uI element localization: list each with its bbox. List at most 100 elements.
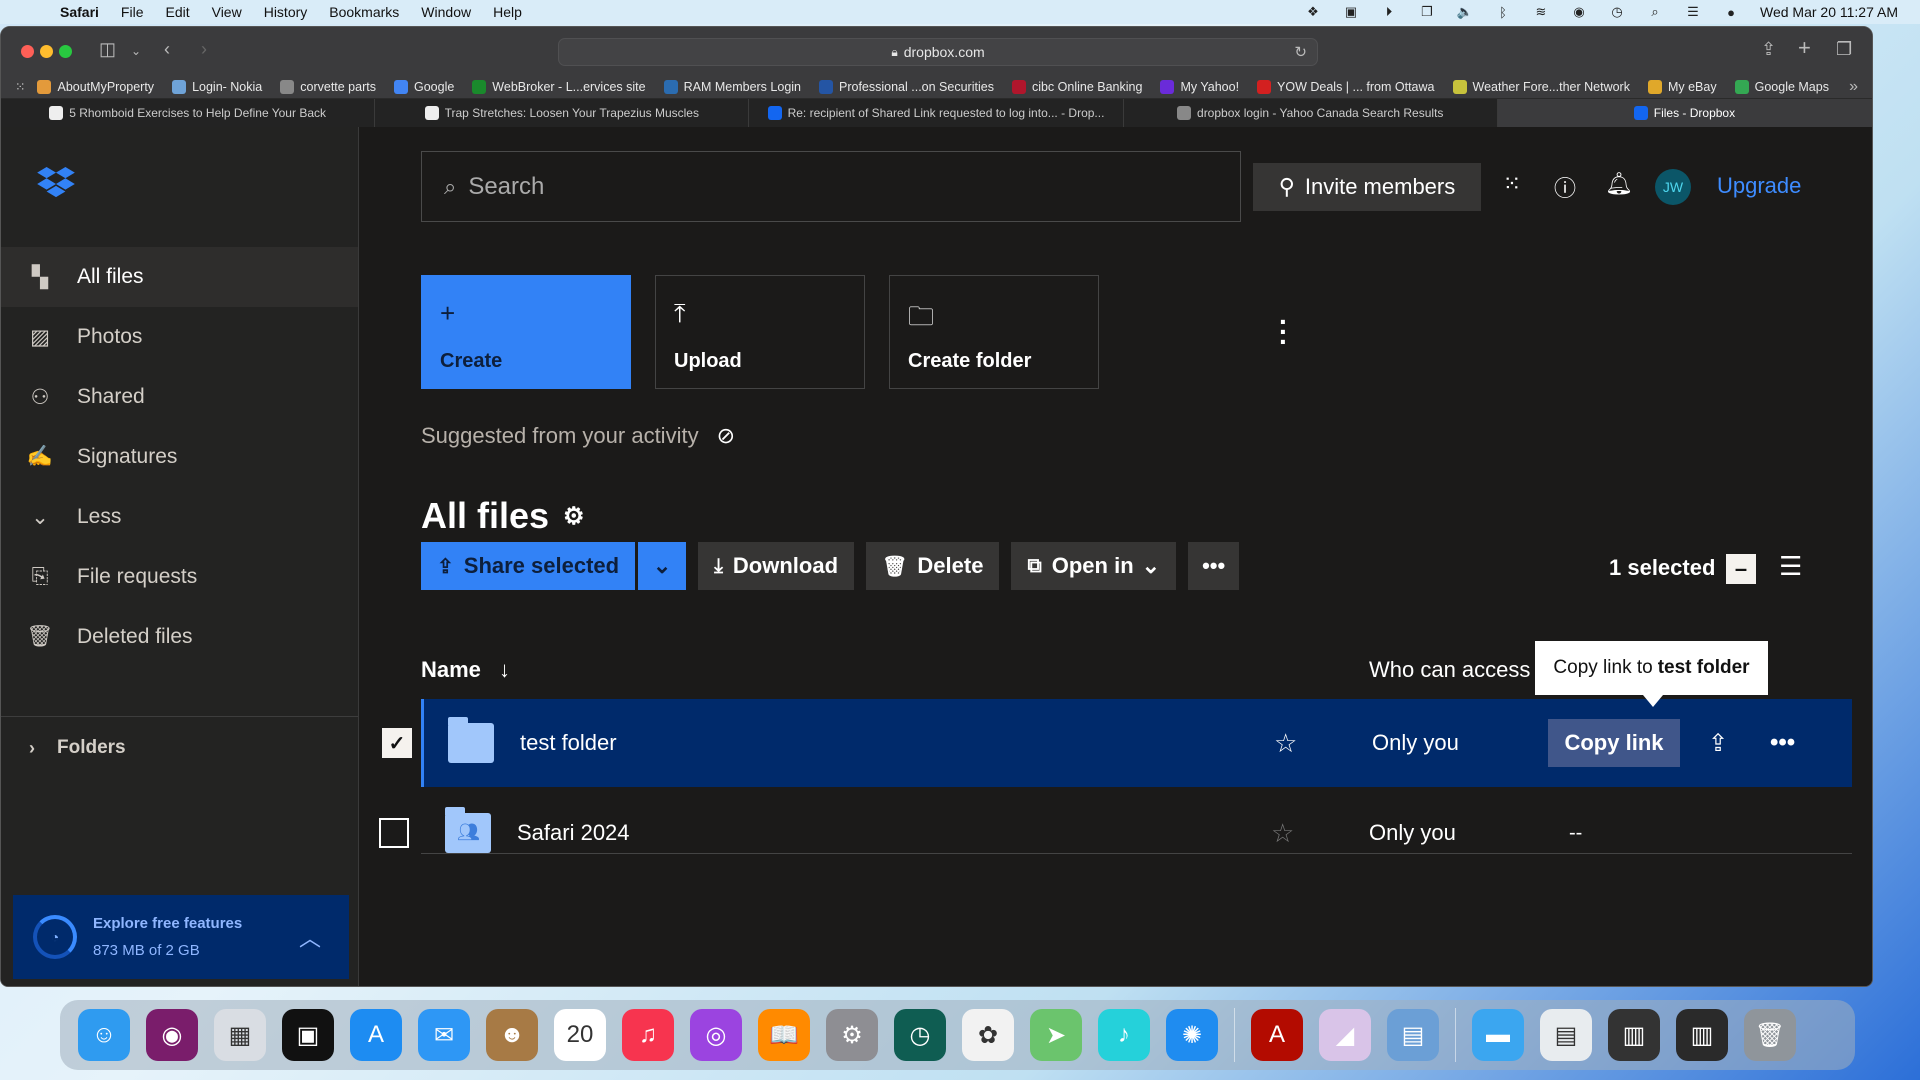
tab-group-chevron-icon[interactable]: ⌄ — [131, 44, 141, 58]
column-header-name[interactable]: Name ↓ — [421, 657, 510, 683]
row-checkbox[interactable]: ✓ — [382, 728, 412, 758]
dock-safari-icon[interactable]: ✺ — [1166, 1009, 1218, 1061]
sidebar-toggle-icon[interactable]: ◫ — [99, 39, 116, 60]
bookmark-item[interactable]: RAM Members Login — [663, 79, 801, 94]
bookmark-item[interactable]: cibc Online Banking — [1011, 79, 1142, 94]
gear-icon[interactable]: ⚙ — [563, 502, 585, 531]
star-icon[interactable]: ☆ — [1274, 728, 1297, 759]
clock[interactable]: Wed Mar 20 11:27 AM — [1760, 4, 1898, 20]
sidebar-item-deleted-files[interactable]: 🗑︎ Deleted files — [1, 607, 358, 667]
share-options-dropdown[interactable]: ⌄ — [636, 542, 687, 590]
siri-icon[interactable]: ● — [1722, 4, 1740, 20]
hide-eye-icon[interactable]: ⊘ — [717, 423, 735, 449]
menu-file[interactable]: File — [121, 4, 144, 20]
dock-mail-icon[interactable]: ✉ — [418, 1009, 470, 1061]
dock-podcasts-icon[interactable]: ◎ — [690, 1009, 742, 1061]
table-row[interactable]: ✓ test folder ☆ Only you Copy link ⇪ ••• — [382, 699, 1852, 787]
browser-tab[interactable]: Files - Dropbox — [1497, 99, 1872, 127]
spotlight-icon[interactable]: ⌕ — [1646, 4, 1664, 20]
dock-finder-icon[interactable]: ☺ — [78, 1009, 130, 1061]
bookmark-item[interactable]: Google Maps — [1734, 79, 1829, 94]
dock-photos-icon[interactable]: ✿ — [962, 1009, 1014, 1061]
dock-documents-folder-icon[interactable]: ▬ — [1472, 1009, 1524, 1061]
download-button[interactable]: ⤓ Download — [698, 542, 855, 590]
minimize-window-button[interactable] — [40, 45, 53, 58]
wifi-icon[interactable]: ≋ — [1532, 4, 1550, 20]
sidebar-item-less[interactable]: ⌄ Less — [1, 487, 358, 547]
close-window-button[interactable] — [21, 45, 34, 58]
dock-siri-icon[interactable]: ◉ — [146, 1009, 198, 1061]
reload-icon[interactable]: ↻ — [1294, 43, 1307, 61]
bookmark-item[interactable]: YOW Deals | ... from Ottawa — [1257, 79, 1435, 94]
dock-acrobat-icon[interactable]: A — [1251, 1009, 1303, 1061]
control-center-icon[interactable]: ☰ — [1684, 4, 1702, 20]
menu-history[interactable]: History — [264, 4, 308, 20]
share-icon[interactable]: ⇪ — [1708, 729, 1728, 758]
invite-members-button[interactable]: ⚲ Invite members — [1253, 163, 1481, 211]
volume-icon[interactable]: 🔈 — [1456, 4, 1474, 20]
screen-mirror-icon[interactable]: ❐ — [1418, 4, 1436, 20]
share-selected-button[interactable]: ⇪ Share selected — [421, 542, 636, 590]
row-checkbox[interactable] — [379, 818, 409, 848]
dock-preview-icon[interactable]: ▤ — [1387, 1009, 1439, 1061]
help-icon[interactable]: ⓘ — [1550, 171, 1580, 203]
deselect-all-checkbox[interactable]: – — [1726, 554, 1756, 584]
bookmark-item[interactable]: Google — [393, 79, 454, 94]
zoom-window-button[interactable] — [59, 45, 72, 58]
dock-app-store-icon[interactable]: A — [350, 1009, 402, 1061]
dock-launchpad-icon[interactable]: ▦ — [214, 1009, 266, 1061]
dock-music-window-icon[interactable]: ▥ — [1676, 1009, 1728, 1061]
dropbox-status-icon[interactable]: ❖ — [1304, 4, 1322, 20]
file-name[interactable]: Safari 2024 — [517, 820, 630, 846]
sidebar-item-shared[interactable]: ⚇ Shared — [1, 367, 358, 427]
folders-toggle[interactable]: › Folders — [29, 737, 126, 759]
explore-features-banner[interactable]: ◔ Explore free features 873 MB of 2 GB ︿ — [13, 895, 349, 979]
sidebar-item-all-files[interactable]: ▚ All files — [1, 247, 358, 307]
delete-button[interactable]: 🗑︎ Delete — [866, 542, 1000, 590]
bookmarks-grid-icon[interactable]: ⁙ — [15, 79, 25, 94]
address-bar[interactable]: 🔒︎ dropbox.com ↻ — [558, 38, 1318, 66]
browser-tab[interactable]: Trap Stretches: Loosen Your Trapezius Mu… — [375, 99, 750, 127]
open-in-button[interactable]: ⧉ Open in ⌄ — [1011, 542, 1177, 590]
dock-contacts-icon[interactable]: ☻ — [486, 1009, 538, 1061]
sidebar-item-signatures[interactable]: ✍ Signatures — [1, 427, 358, 487]
share-icon[interactable]: ⇪ — [1761, 39, 1776, 60]
bookmark-item[interactable]: Weather Fore...ther Network — [1452, 79, 1630, 94]
table-row[interactable]: 👥︎ Safari 2024 ☆ Only you -- — [379, 789, 1852, 877]
dock-finder-window-icon[interactable]: ▥ — [1608, 1009, 1660, 1061]
menu-window[interactable]: Window — [421, 4, 471, 20]
list-view-icon[interactable]: ☰ — [1779, 551, 1802, 582]
bookmark-item[interactable]: corvette parts — [280, 79, 376, 94]
notifications-bell-icon[interactable]: 🔔︎ — [1604, 171, 1634, 197]
create-button[interactable]: + Create — [421, 275, 631, 389]
display-icon[interactable]: ▣ — [1342, 4, 1360, 20]
tab-overview-icon[interactable]: ❐ — [1836, 39, 1852, 60]
browser-tab[interactable]: dropbox login - Yahoo Canada Search Resu… — [1124, 99, 1498, 127]
bookmark-item[interactable]: Professional ...on Securities — [819, 79, 994, 94]
more-options-button[interactable]: ••• — [1188, 542, 1240, 590]
bookmark-item[interactable]: Login- Nokia — [172, 79, 262, 94]
bookmark-item[interactable]: WebBroker - L...ervices site — [472, 79, 646, 94]
dock-downloads-stack-icon[interactable]: ▤ — [1540, 1009, 1592, 1061]
play-icon[interactable]: ⏵ — [1380, 4, 1398, 20]
browser-tab[interactable]: Re: recipient of Shared Link requested t… — [749, 99, 1124, 127]
dock-amazon-music-icon[interactable]: ♪ — [1098, 1009, 1150, 1061]
dock-calendar-icon[interactable]: 20 — [554, 1009, 606, 1061]
bookmarks-overflow-icon[interactable]: » — [1849, 78, 1858, 96]
dock-maps-icon[interactable]: ➤ — [1030, 1009, 1082, 1061]
new-tab-icon[interactable]: + — [1798, 35, 1811, 61]
dock-time-machine-icon[interactable]: ◷ — [894, 1009, 946, 1061]
upgrade-link[interactable]: Upgrade — [1717, 173, 1801, 199]
dropbox-logo-icon[interactable] — [37, 167, 75, 199]
menu-view[interactable]: View — [212, 4, 242, 20]
dock-books-icon[interactable]: 📖 — [758, 1009, 810, 1061]
bookmark-item[interactable]: My eBay — [1647, 79, 1717, 94]
more-horizontal-icon[interactable]: ••• — [1770, 729, 1795, 757]
star-icon[interactable]: ☆ — [1271, 818, 1294, 849]
bookmark-item[interactable]: AboutMyProperty — [37, 79, 154, 94]
copy-link-button[interactable]: Copy link — [1548, 719, 1680, 767]
menu-bookmarks[interactable]: Bookmarks — [329, 4, 399, 20]
upload-button[interactable]: ⤒ Upload — [655, 275, 865, 389]
search-input[interactable]: ⌕ Search — [421, 151, 1241, 222]
user-icon[interactable]: ◉ — [1570, 4, 1588, 20]
